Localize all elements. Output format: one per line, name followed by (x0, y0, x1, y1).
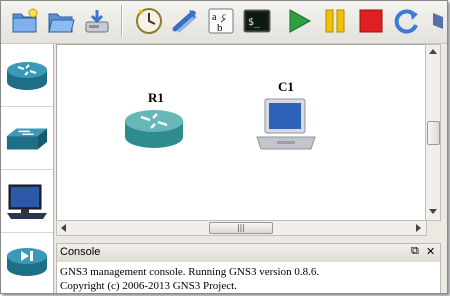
switch-icon (6, 128, 48, 150)
scroll-right-icon[interactable] (416, 224, 421, 232)
note-glyph-b: b (217, 22, 223, 34)
node-label-r1: R1 (148, 90, 164, 105)
abc-note-icon: a c b (208, 8, 234, 34)
console-line: GNS3 management console. Running GNS3 ve… (60, 266, 320, 278)
node-label-c1: C1 (278, 79, 294, 94)
suspend-all-button[interactable] (319, 5, 351, 37)
device-palette (1, 44, 54, 293)
laptop-node-icon (256, 98, 316, 150)
router-icon (7, 62, 47, 90)
close-icon[interactable]: ✕ (426, 245, 435, 258)
computer-icon (7, 184, 47, 219)
forward-router-icon (7, 248, 47, 276)
console-connect-button[interactable]: $_ (241, 5, 273, 37)
clock-icon (136, 8, 162, 34)
overflow-icon (433, 13, 443, 29)
float-icon[interactable]: ⧉ (411, 245, 419, 258)
node-c1[interactable] (255, 97, 317, 160)
stop-icon (359, 9, 383, 33)
pause-icon (325, 9, 345, 33)
console-title: Console (60, 246, 101, 258)
node-r1[interactable] (123, 105, 185, 156)
router-node-icon (125, 110, 183, 148)
console-output[interactable]: GNS3 management console. Running GNS3 ve… (56, 262, 441, 293)
toolbar-overflow-button[interactable] (427, 5, 447, 37)
terminal-icon: $_ (243, 9, 271, 33)
new-folder-icon (12, 8, 38, 33)
new-project-button[interactable] (9, 5, 41, 37)
play-icon (289, 9, 312, 33)
canvas-vertical-scrollbar[interactable] (425, 44, 441, 221)
save-project-button[interactable] (81, 5, 113, 37)
link-icon (172, 10, 197, 33)
console-dock-title: Console ⧉ ✕ (56, 243, 441, 263)
main-toolbar: a c b $_ (1, 1, 447, 44)
gns3-window: a c b $_ R1 C1 ||| Console ⧉ ✕ GNS3 mana… (0, 0, 448, 294)
open-folder-icon (48, 13, 75, 33)
terminal-glyph: $_ (248, 17, 261, 28)
topology-canvas[interactable]: R1 C1 (56, 44, 426, 221)
toolbar-separator (121, 5, 122, 37)
console-line: Copyright (c) 2006-2013 GNS3 Project. (60, 280, 237, 292)
scroll-down-icon[interactable] (429, 209, 437, 214)
scroll-up-icon[interactable] (429, 49, 437, 54)
cloud-device[interactable] (5, 242, 49, 282)
switch-device[interactable] (5, 119, 49, 159)
add-note-button[interactable]: a c b (205, 5, 237, 37)
vertical-scroll-thumb[interactable] (427, 121, 440, 145)
horizontal-scroll-thumb[interactable]: ||| (209, 222, 273, 234)
router-device[interactable] (5, 56, 49, 96)
canvas-horizontal-scrollbar[interactable]: ||| (56, 220, 427, 236)
scroll-left-icon[interactable] (61, 224, 66, 232)
open-project-button[interactable] (45, 5, 77, 37)
snapshot-button[interactable] (133, 5, 165, 37)
reload-all-button[interactable] (391, 5, 423, 37)
save-icon (85, 10, 109, 33)
host-device[interactable] (5, 182, 49, 222)
stop-all-button[interactable] (355, 5, 387, 37)
reload-icon (394, 9, 418, 34)
start-all-button[interactable] (283, 5, 315, 37)
add-link-button[interactable] (169, 5, 201, 37)
